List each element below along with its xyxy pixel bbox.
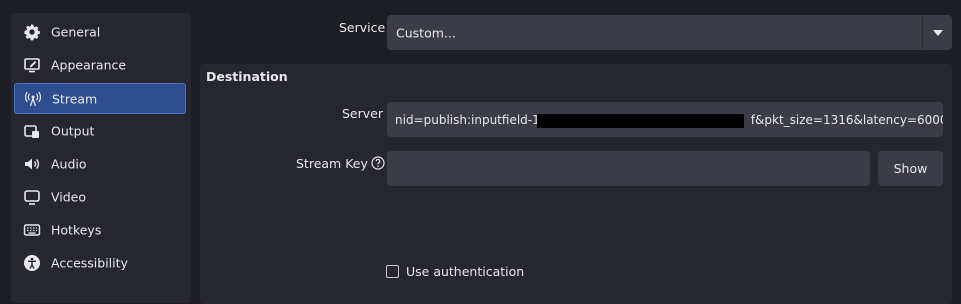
sidebar-item-label: General [51,24,101,39]
accessibility-icon [23,254,41,272]
sidebar-item-label: Video [51,189,87,204]
sidebar-item-appearance[interactable]: Appearance [14,49,186,80]
sidebar-item-video[interactable]: Video [14,181,186,212]
sidebar-item-label: Appearance [51,57,127,72]
gear-icon [23,23,41,41]
sidebar-item-general[interactable]: General [14,16,186,47]
sidebar-item-output[interactable]: Output [14,115,186,146]
output-icon [23,122,41,140]
sidebar-item-accessibility[interactable]: Accessibility [14,247,186,278]
sidebar-item-label: Accessibility [51,255,128,270]
sidebar-item-label: Output [51,123,95,138]
stream-key-input[interactable] [387,151,870,186]
settings-sidebar: General Appearance Stream Output Audio V… [11,13,191,303]
use-authentication-label[interactable]: Use authentication [406,264,524,279]
sidebar-item-label: Audio [51,156,87,171]
show-button[interactable]: Show [878,151,943,186]
sidebar-item-audio[interactable]: Audio [14,148,186,179]
speaker-icon [23,155,41,173]
keyboard-icon [23,221,41,239]
service-label: Service [339,20,386,35]
sidebar-item-label: Hotkeys [51,222,102,237]
antenna-icon [24,90,42,108]
chevron-down-icon [932,29,943,36]
sidebar-item-stream[interactable]: Stream [14,83,186,114]
redaction-bar [537,114,744,128]
service-select[interactable]: Custom... [387,15,952,50]
service-value: Custom... [396,25,456,40]
server-input[interactable]: nid=publish:inputfield-1/f&pkt_size=1316… [387,102,943,137]
use-authentication-checkbox[interactable] [386,265,399,278]
dropdown-arrow[interactable] [922,15,952,50]
stream-key-label: Stream Key [296,156,385,171]
appearance-icon [23,56,41,74]
help-icon[interactable] [371,156,385,170]
server-label: Server [342,106,383,121]
sidebar-item-label: Stream [52,91,98,106]
destination-title: Destination [206,69,288,84]
monitor-icon [23,188,41,206]
sidebar-item-hotkeys[interactable]: Hotkeys [14,214,186,245]
